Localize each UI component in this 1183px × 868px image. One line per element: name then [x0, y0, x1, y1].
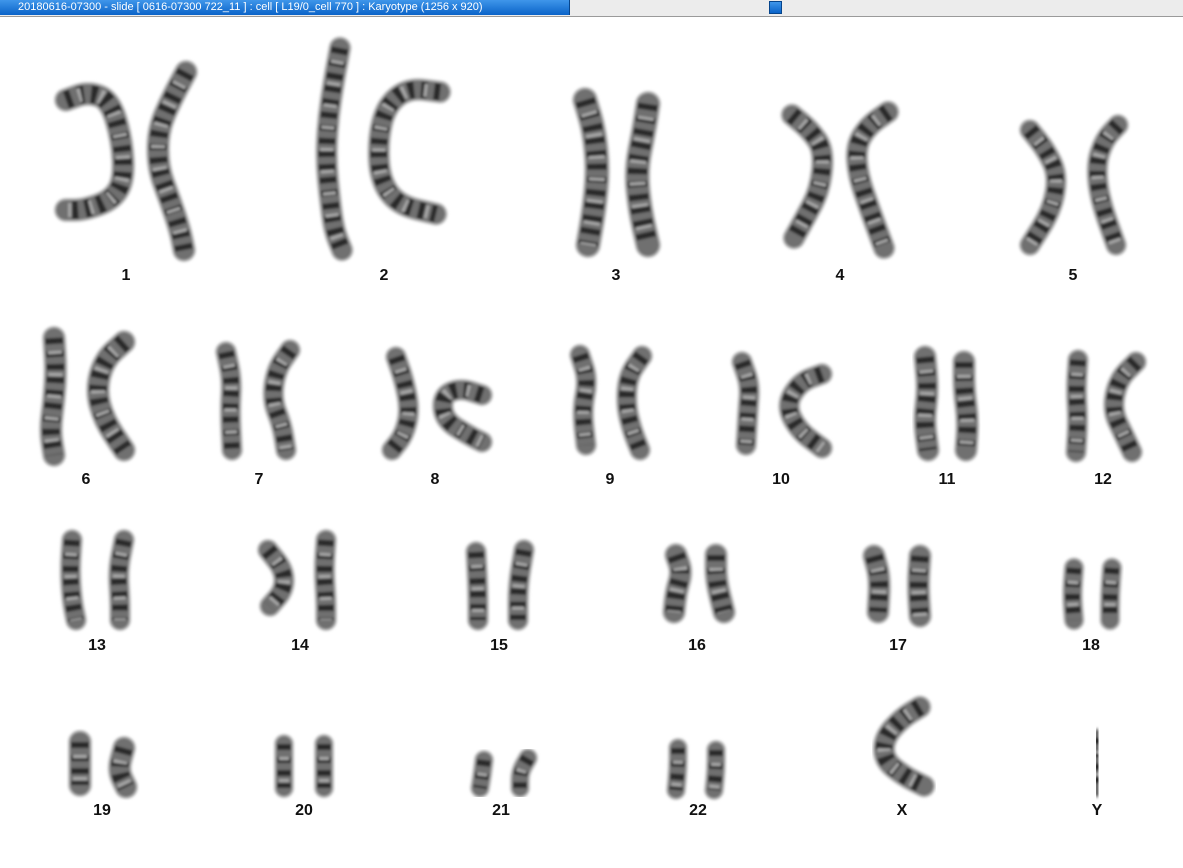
chromosome-label-13: 13 — [88, 637, 106, 654]
chromosome-label-9: 9 — [605, 471, 615, 488]
chromosome-pair-13[interactable] — [59, 529, 135, 631]
chromosome-pair-11[interactable] — [913, 345, 980, 462]
chromosome-pair-6[interactable] — [39, 326, 136, 467]
chromosome-pair-19[interactable] — [68, 730, 138, 799]
chromosome-pair-20[interactable] — [274, 734, 334, 798]
chromosome-label-22: 22 — [689, 802, 707, 819]
chromosome-pair-2[interactable] — [315, 36, 452, 262]
window-title: 20180616-07300 - slide [ 0616-07300 722_… — [18, 1, 483, 13]
chromosome-pair-16[interactable] — [662, 543, 736, 624]
chromosome-label-2: 2 — [379, 267, 389, 284]
chromosome-pair-9[interactable] — [569, 344, 653, 461]
chromosome-pair-21[interactable] — [470, 748, 538, 798]
title-bar-marker[interactable] — [769, 1, 782, 14]
chromosome-label-14: 14 — [291, 637, 309, 654]
chromosome-pair-17[interactable] — [862, 544, 932, 628]
chromosome-pair-18[interactable] — [1062, 557, 1123, 631]
chromosome-label-3: 3 — [611, 267, 621, 284]
window-title-bar: 20180616-07300 - slide [ 0616-07300 722_… — [0, 0, 1183, 17]
chromosome-label-12: 12 — [1094, 471, 1112, 488]
chromosome-pair-14[interactable] — [257, 529, 337, 631]
chromosome-pair-x[interactable] — [872, 695, 936, 798]
chromosome-label-15: 15 — [490, 637, 508, 654]
chromosome-label-1: 1 — [121, 267, 131, 284]
chromosome-pair-15[interactable] — [465, 539, 535, 631]
chromosome-label-x: X — [896, 802, 908, 819]
chromosome-label-11: 11 — [938, 471, 956, 488]
chromosome-pair-22[interactable] — [666, 738, 726, 800]
chromosome-pair-1[interactable] — [54, 60, 198, 262]
chromosome-pair-7[interactable] — [215, 339, 301, 461]
chromosome-pair-12[interactable] — [1065, 349, 1147, 463]
chromosome-label-8: 8 — [430, 471, 440, 488]
chromosome-label-6: 6 — [81, 471, 91, 488]
chromosome-pair-y[interactable] — [1086, 728, 1108, 798]
chromosome-label-16: 16 — [688, 637, 706, 654]
chromosome-pair-4[interactable] — [780, 100, 900, 260]
chromosome-pair-3[interactable] — [572, 87, 661, 258]
chromosome-pair-10[interactable] — [731, 351, 833, 459]
chromosome-label-17: 17 — [889, 637, 907, 654]
chromosome-label-21: 21 — [492, 802, 510, 819]
karyogram — [39, 36, 1147, 800]
window-title-tab[interactable]: 20180616-07300 - slide [ 0616-07300 722_… — [0, 0, 570, 15]
chromosome-pair-8[interactable] — [381, 346, 493, 461]
chromosome-label-10: 10 — [772, 471, 790, 488]
chromosome-label-4: 4 — [835, 267, 845, 284]
chromosome-label-5: 5 — [1068, 267, 1078, 284]
chromosome-label-y: Y — [1091, 802, 1103, 819]
chromosome-label-20: 20 — [295, 802, 313, 819]
chromosome-label-7: 7 — [254, 471, 264, 488]
chromosome-pair-5[interactable] — [1019, 114, 1129, 256]
chromosome-label-18: 18 — [1082, 637, 1100, 654]
chromosome-label-19: 19 — [93, 802, 111, 819]
